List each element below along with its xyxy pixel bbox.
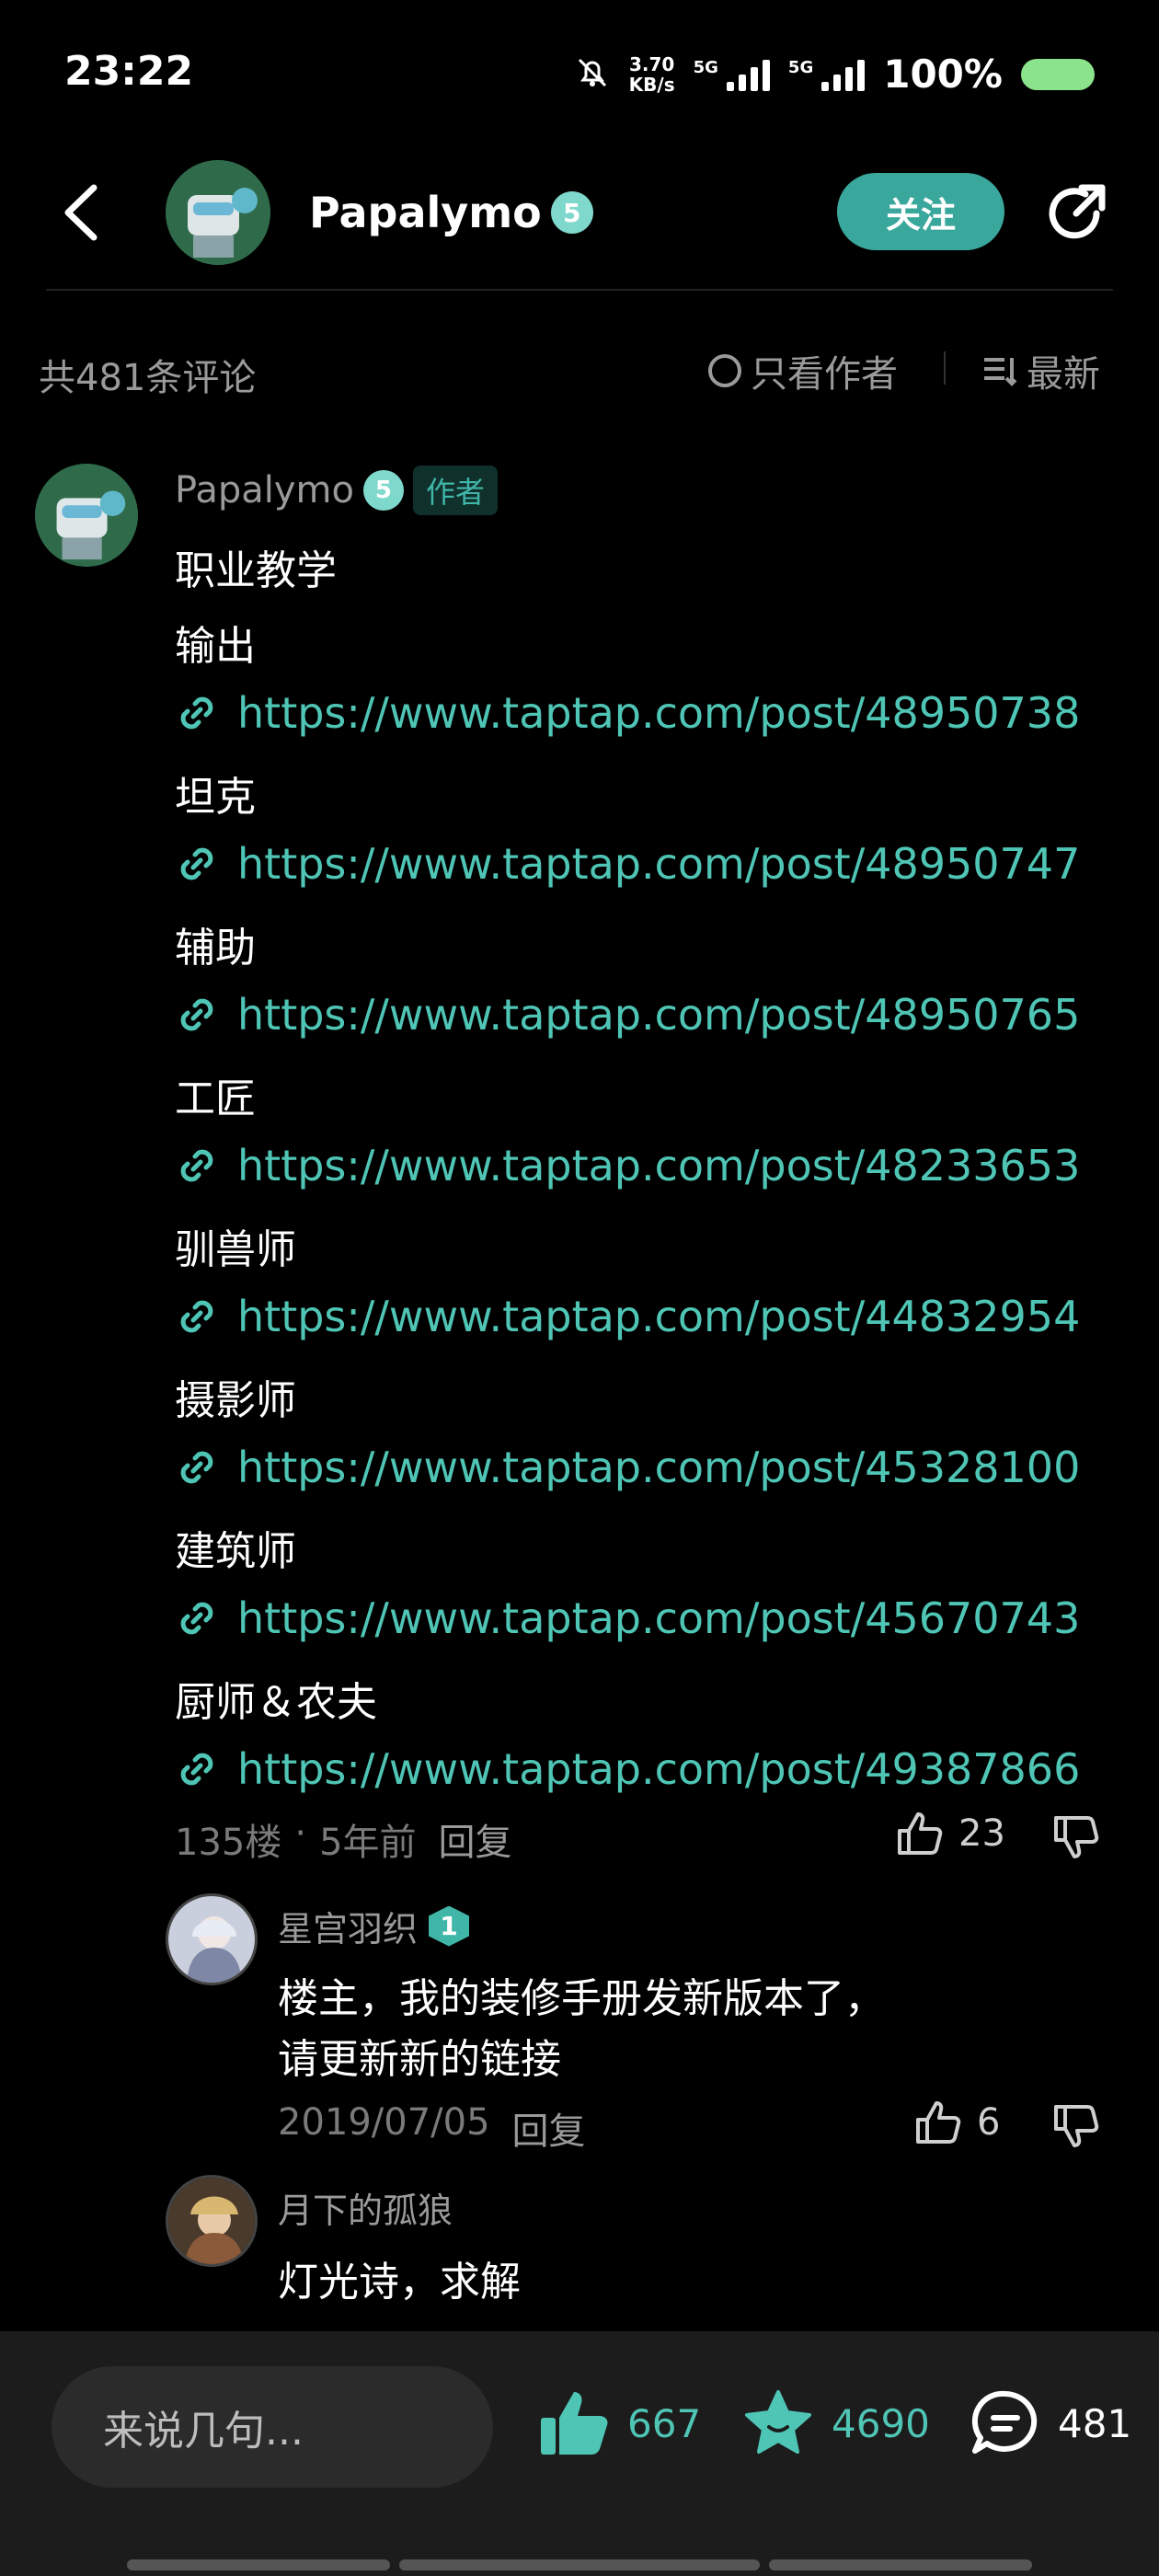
author-tag: 作者 xyxy=(412,466,498,515)
like-button[interactable]: 23 xyxy=(896,1811,1005,1857)
section-label: 厨师＆农夫 xyxy=(175,1679,377,1726)
comment-meta: 135楼 · 5年前 回复 xyxy=(175,1812,512,1866)
network-speed: 3.70 KB/s xyxy=(628,52,675,96)
thumb-down-icon xyxy=(1054,2105,1099,2147)
link-icon xyxy=(180,1451,213,1484)
star-icon xyxy=(745,2390,811,2454)
share-button[interactable] xyxy=(1039,177,1113,250)
thumb-up-icon xyxy=(916,2101,961,2144)
reply-meta: 2019/07/05 回复 xyxy=(278,2101,586,2155)
header-divider xyxy=(46,289,1113,291)
comment-title: 职业教学 xyxy=(175,547,337,594)
level-badge: 5 xyxy=(550,191,593,234)
link-icon xyxy=(180,1300,213,1333)
only-author-toggle[interactable]: 只看作者 xyxy=(708,344,898,397)
comments-button[interactable]: 481 xyxy=(970,2388,1131,2458)
dislike-button[interactable] xyxy=(1052,2103,1102,2153)
section-label: 建筑师 xyxy=(175,1528,296,1575)
link-icon xyxy=(180,1149,213,1182)
section-label: 坦克 xyxy=(175,774,256,821)
thumb-up-icon xyxy=(898,1812,943,1855)
comment-input[interactable]: 来说几句... xyxy=(52,2366,493,2488)
post-link[interactable]: https://www.taptap.com/post/48950738 xyxy=(175,688,1080,738)
comment-bubble-icon xyxy=(971,2390,1038,2454)
reply-author[interactable]: 星宫羽织 1 xyxy=(278,1901,470,1951)
section-label: 驯兽师 xyxy=(175,1226,296,1273)
like-post-button[interactable]: 667 xyxy=(537,2388,701,2458)
link-icon xyxy=(180,998,213,1031)
link-icon xyxy=(180,696,213,730)
nav-indicator xyxy=(127,2559,390,2570)
nav-indicator xyxy=(399,2559,760,2570)
thumb-down-icon xyxy=(1054,1816,1099,1858)
reply-button[interactable]: 回复 xyxy=(439,1812,512,1866)
sort-button[interactable]: 最新 xyxy=(981,344,1100,397)
post-link[interactable]: https://www.taptap.com/post/44832954 xyxy=(175,1292,1080,1341)
mute-bell-icon xyxy=(574,54,611,95)
header-title[interactable]: Papalymo 5 xyxy=(309,188,593,237)
comment-count: 共481条评论 xyxy=(39,357,257,399)
comment-author[interactable]: Papalymo 5 作者 xyxy=(175,466,498,515)
reply-text: 灯光诗，求解 xyxy=(278,2259,521,2306)
like-button[interactable]: 6 xyxy=(914,2099,1000,2145)
link-icon xyxy=(180,847,213,880)
sort-icon xyxy=(984,358,1017,386)
status-time: 23:22 xyxy=(64,48,194,95)
radio-icon xyxy=(708,354,741,387)
link-icon xyxy=(180,1753,213,1786)
back-button[interactable] xyxy=(55,180,110,245)
back-arrow-icon xyxy=(64,184,98,241)
favorite-button[interactable]: 4690 xyxy=(741,2388,930,2458)
post-link[interactable]: https://www.taptap.com/post/49387866 xyxy=(175,1744,1080,1794)
section-label: 辅助 xyxy=(175,925,256,972)
post-link[interactable]: https://www.taptap.com/post/45328100 xyxy=(175,1443,1080,1492)
signal-icon: 5G xyxy=(694,58,770,91)
reply-avatar[interactable] xyxy=(166,2175,258,2267)
header-username: Papalymo xyxy=(309,188,542,237)
post-link[interactable]: https://www.taptap.com/post/45670743 xyxy=(175,1593,1080,1643)
battery-percentage: 100% xyxy=(883,52,1003,97)
share-icon xyxy=(1049,184,1106,239)
status-icons: 3.70 KB/s 5G 5G 100% xyxy=(574,52,1095,97)
reply-text: 楼主，我的装修手册发新版本了， 请更新新的链接 xyxy=(278,1975,885,2083)
section-label: 摄影师 xyxy=(175,1377,296,1424)
post-link[interactable]: https://www.taptap.com/post/48233653 xyxy=(175,1141,1080,1190)
level-badge: 5 xyxy=(362,470,404,511)
section-label: 工匠 xyxy=(175,1075,256,1122)
filter-divider xyxy=(944,351,946,385)
post-link[interactable]: https://www.taptap.com/post/48950765 xyxy=(175,990,1080,1040)
author-avatar[interactable] xyxy=(166,160,270,265)
level-badge: 1 xyxy=(429,1905,470,1947)
link-icon xyxy=(180,1602,213,1635)
dislike-button[interactable] xyxy=(1052,1814,1102,1864)
follow-button[interactable]: 关注 xyxy=(837,173,1004,250)
battery-icon xyxy=(1021,58,1095,90)
post-link[interactable]: https://www.taptap.com/post/48950747 xyxy=(175,839,1080,889)
reply-avatar[interactable] xyxy=(166,1893,258,1985)
thumb-up-icon xyxy=(541,2392,608,2455)
nav-indicator xyxy=(769,2559,1032,2570)
reply-button[interactable]: 回复 xyxy=(512,2101,586,2155)
comment-avatar[interactable] xyxy=(35,464,138,567)
section-label: 输出 xyxy=(175,623,256,670)
reply-author[interactable]: 月下的孤狼 xyxy=(278,2182,453,2233)
signal-icon: 5G xyxy=(788,58,866,91)
